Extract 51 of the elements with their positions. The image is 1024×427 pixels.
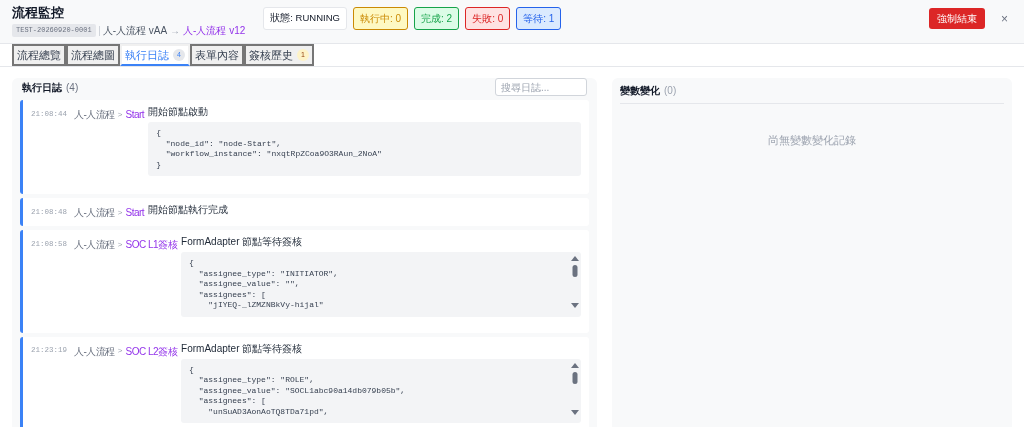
panel-title: 變數變化 [620,84,660,98]
flow-name: 人-人流程 [74,206,115,220]
flow-name: 人-人流程 [74,344,115,359]
search-field[interactable]: 搜尋日誌... [495,78,587,96]
code-line: { [189,258,195,269]
empty-message: 尚無變數變化記錄 [768,133,856,148]
window-title: 流程監控 [12,5,65,21]
flow-name: 人-人流程 [74,108,115,122]
force-end-button[interactable]: 強制結束 [929,8,985,29]
counter-badge: 完成: 2 [414,7,460,30]
log-message: FormAdapter 節點等待簽核 [181,342,304,355]
node-name: SOC L1簽核 [125,238,178,252]
tab[interactable]: 表單內容 [190,44,244,66]
path-separator: > [117,238,123,251]
code-line: "assignee_type": "ROLE", [197,375,315,386]
log-message: 開始節點執行完成 [148,204,230,216]
node-name: Start [125,206,145,220]
code-line: "node_id": "node-Start", [164,138,282,149]
close-button[interactable]: × [997,9,1012,28]
log-message: FormAdapter 節點等待簽核 [181,236,304,248]
path-separator: > [117,206,123,219]
scrollbar-icon[interactable] [570,254,580,310]
node-name: Start [125,108,145,122]
panel-title: 執行日誌 [22,80,62,95]
code-line: "unSuAD3AonAoTQ8TDa71pd", [207,406,330,417]
code-line: { [156,128,162,139]
tab[interactable]: 流程總覽 [12,44,66,66]
target-flow: 人-人流程 v12 [183,24,246,38]
path-separator: > [117,108,123,121]
code-line: "assignees": [ [197,396,267,407]
status-badge: 狀態: RUNNING [263,7,347,30]
panel-count: (0) [664,84,677,98]
counter-badge: 執行中: 0 [352,7,409,30]
code-line: "assignee_value": "SOCL1abc90a14db079b05b", [197,385,407,396]
counter-badge: 失敗: 0 [465,7,511,30]
path-separator: > [117,345,123,357]
source-flow: 人-人流程 vAA [102,24,168,38]
code-line: { [189,364,195,375]
code-line: "assignee_value": "", [197,279,301,290]
code-line: } [156,159,162,170]
flow-name: 人-人流程 [74,238,115,252]
panel-count: (4) [66,80,79,95]
arrow-text: → [170,24,181,38]
code-line: "assignees": [ [197,289,267,300]
node-name: SOC L2簽核 [125,344,178,359]
code-line: "workflow_instance": "nxqtRpZCoa9O3RAun_2NoA" [164,149,383,160]
tab[interactable]: 流程總圖 [66,44,120,66]
log-message: 開始節點啟動 [148,106,210,118]
code-line: "assignee_type": "INITIATOR", [197,268,339,279]
code-line: "jIYEQ-_lZMZNBkVy-hijal" [207,300,325,311]
counter-badge: 等待: 1 [516,7,562,30]
